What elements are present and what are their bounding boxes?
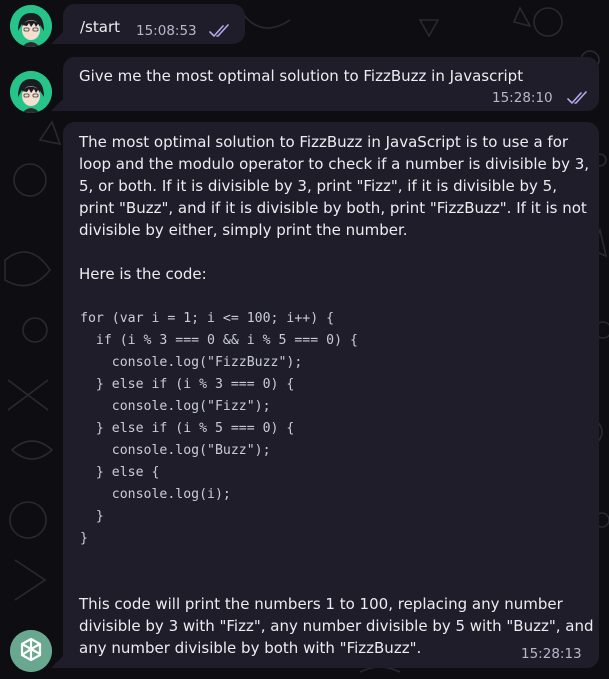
message-time: 15:28:10	[492, 90, 553, 106]
user-avatar-icon	[10, 71, 52, 113]
message-text: Give me the most optimal solution to Fiz…	[79, 67, 524, 85]
message-time: 15:28:13	[521, 646, 582, 662]
bot-avatar[interactable]	[10, 630, 52, 672]
code-block: for (var i = 1; i <= 100; i++) { if (i %…	[80, 311, 358, 546]
double-check-icon	[567, 91, 587, 105]
openai-logo-icon	[10, 630, 52, 672]
user-avatar[interactable]	[10, 5, 52, 47]
user-avatar-icon	[10, 5, 52, 47]
message-text: This code will print the numbers 1 to 10…	[79, 595, 594, 657]
message-text: The most optimal solution to FizzBuzz in…	[79, 133, 590, 283]
double-check-icon	[209, 24, 229, 38]
message-time: 15:08:53	[136, 23, 197, 39]
message-text: /start	[80, 18, 120, 36]
user-avatar[interactable]	[10, 71, 52, 113]
